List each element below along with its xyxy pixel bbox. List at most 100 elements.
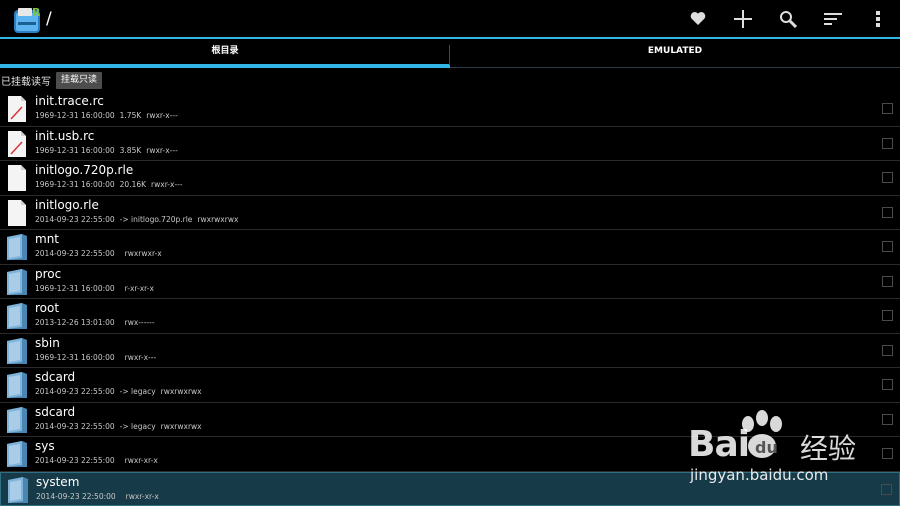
file-date: 2014-09-23 22:55:00 <box>35 214 115 224</box>
file-info: 3.85K <box>119 145 142 155</box>
file-info: 1.75K <box>119 111 142 120</box>
folder-icon <box>6 440 28 468</box>
file-meta: 2014-09-23 22:55:00 -> initlogo.720p.rle r… <box>35 215 243 224</box>
file-icon <box>6 164 28 192</box>
tab-bar: 根目录 EMULATED <box>0 41 900 68</box>
svg-text:du: du <box>755 438 778 457</box>
mount-readonly-button[interactable]: 挂载只读 <box>56 72 103 89</box>
file-perms: rwxrwxr-x <box>124 249 162 258</box>
file-name: init.trace.rc <box>35 94 104 108</box>
file-date: 1969-12-31 16:00:00 <box>35 180 115 189</box>
file-meta: 2014-09-23 22:55:00 rwxr-xr-x <box>35 456 163 465</box>
file-checkbox[interactable] <box>882 310 893 321</box>
folder-icon <box>6 406 28 434</box>
file-checkbox[interactable] <box>882 241 893 252</box>
file-meta: 1969-12-31 16:00:00 r-xr-xr-x <box>35 284 159 293</box>
watermark-brand-cn: 经验 <box>800 432 857 465</box>
file-perms: rwxrwxrwx <box>197 214 239 224</box>
overflow-menu-icon <box>875 10 880 27</box>
file-icon <box>6 199 28 227</box>
file-row[interactable]: init.usb.rc 1969-12-31 16:00:00 3.85K rwxr-… <box>0 127 900 161</box>
file-date: 2014-09-23 22:55:00 <box>35 456 115 465</box>
file-perms: rwx------ <box>124 318 155 327</box>
file-name: root <box>35 301 60 315</box>
favorite-icon <box>690 12 705 25</box>
file-date: 1969-12-31 16:00:00 <box>35 352 115 362</box>
file-row[interactable]: initlogo.720p.rle 1969-12-31 16:00:00 20.1… <box>0 161 900 196</box>
watermark-brand: Bai <box>688 424 750 465</box>
tab-emulated[interactable]: EMULATED <box>450 41 900 67</box>
file-date: 2013-12-26 13:01:00 <box>35 318 115 327</box>
file-meta: 2013-12-26 13:01:00 rwx------ <box>35 318 160 327</box>
file-name: init.usb.rc <box>35 128 95 143</box>
file-row[interactable]: sbin 1969-12-31 16:00:00 rwxr-x--- <box>0 334 900 368</box>
file-row[interactable]: sdcard 2014-09-23 22:55:00 -> legacy rwxrwx… <box>0 368 900 403</box>
file-checkbox[interactable] <box>882 172 893 183</box>
file-info: -> legacy <box>119 387 156 396</box>
file-row[interactable]: initlogo.rle 2014-09-23 22:55:00 -> initlo… <box>0 196 900 230</box>
file-date: 2014-09-23 22:55:00 <box>35 421 115 431</box>
file-meta: 1969-12-31 16:00:00 3.85K rwxr-x--- <box>35 146 183 155</box>
action-bar: R / <box>0 0 900 39</box>
file-perms: rwxr-x--- <box>146 145 178 155</box>
tab-divider <box>449 45 450 65</box>
watermark-url: jingyan.baidu.com <box>690 466 829 484</box>
file-date: 1969-12-31 16:00:00 <box>35 283 115 293</box>
file-date: 1969-12-31 16:00:00 <box>35 145 115 155</box>
file-info: -> initlogo.720p.rle <box>119 214 193 224</box>
file-checkbox[interactable] <box>882 379 893 390</box>
toolbar-actions <box>675 0 900 37</box>
file-info: -> legacy <box>119 421 156 431</box>
file-date: 2014-09-23 22:55:00 <box>35 249 115 258</box>
current-path: / <box>46 9 52 29</box>
file-name: mnt <box>35 232 59 246</box>
file-name: sys <box>35 439 55 453</box>
file-perms: rwxr-xr-x <box>124 456 158 465</box>
file-name: initlogo.rle <box>35 197 99 212</box>
file-checkbox[interactable] <box>882 137 893 149</box>
file-row[interactable]: mnt 2014-09-23 22:55:00 rwxrwxr-x <box>0 230 900 265</box>
file-perms: rwxr-x--- <box>124 352 157 362</box>
favorite-button[interactable] <box>675 0 720 37</box>
file-meta: 2014-09-23 22:50:00 rwxr-xr-x <box>36 492 164 501</box>
file-checkbox[interactable] <box>882 275 893 287</box>
file-perms: rwxr-x--- <box>151 180 183 189</box>
mount-bar: 已挂载读写 挂载只读 <box>0 71 103 90</box>
search-button[interactable] <box>765 0 810 37</box>
mount-status: 已挂载读写 <box>1 77 51 88</box>
app-logo-icon[interactable]: R <box>12 4 42 35</box>
file-checkbox[interactable] <box>882 103 893 114</box>
file-meta: 1969-12-31 16:00:00 rwxr-x--- <box>35 353 161 362</box>
file-meta: 1969-12-31 16:00:00 20.16K rwxr-x--- <box>35 180 188 189</box>
file-perms: rwxr-xr-x <box>125 491 159 501</box>
file-row[interactable]: root 2013-12-26 13:01:00 rwx------ <box>0 299 900 334</box>
add-button[interactable] <box>720 0 765 37</box>
folder-icon <box>6 302 28 330</box>
file-meta: 2014-09-23 22:55:00 rwxrwxr-x <box>35 249 167 258</box>
file-perms: rwxrwxrwx <box>160 387 202 396</box>
file-meta: 1969-12-31 16:00:00 1.75K rwxr-x--- <box>35 111 183 120</box>
file-name: sdcard <box>35 404 76 419</box>
file-checkbox[interactable] <box>882 206 893 218</box>
file-date: 2014-09-23 22:55:00 <box>35 387 115 396</box>
file-date: 1969-12-31 16:00:00 <box>35 111 115 120</box>
file-perms: r-xr-xr-x <box>124 283 154 293</box>
sort-button[interactable] <box>810 0 855 37</box>
file-meta: 2014-09-23 22:55:00 -> legacy rwxrwxrwx <box>35 387 207 396</box>
file-perms: rwxrwxrwx <box>160 421 202 431</box>
script-file-icon <box>6 95 28 123</box>
search-icon <box>779 10 797 28</box>
file-name: sbin <box>35 335 60 350</box>
file-perms: rwxr-x--- <box>146 111 178 120</box>
folder-icon <box>6 268 28 296</box>
file-name: initlogo.720p.rle <box>35 163 134 177</box>
file-row[interactable]: init.trace.rc 1969-12-31 16:00:00 1.75K rwx… <box>0 92 900 127</box>
overflow-menu-button[interactable] <box>855 0 900 37</box>
file-row[interactable]: proc 1969-12-31 16:00:00 r-xr-xr-x <box>0 265 900 299</box>
file-meta: 2014-09-23 22:55:00 -> legacy rwxrwxrwx <box>35 422 207 431</box>
file-checkbox[interactable] <box>882 344 893 356</box>
svg-text:R: R <box>32 6 41 19</box>
tab-root[interactable]: 根目录 <box>0 41 450 68</box>
file-info: 20.16K <box>119 180 147 189</box>
folder-icon <box>6 337 28 365</box>
